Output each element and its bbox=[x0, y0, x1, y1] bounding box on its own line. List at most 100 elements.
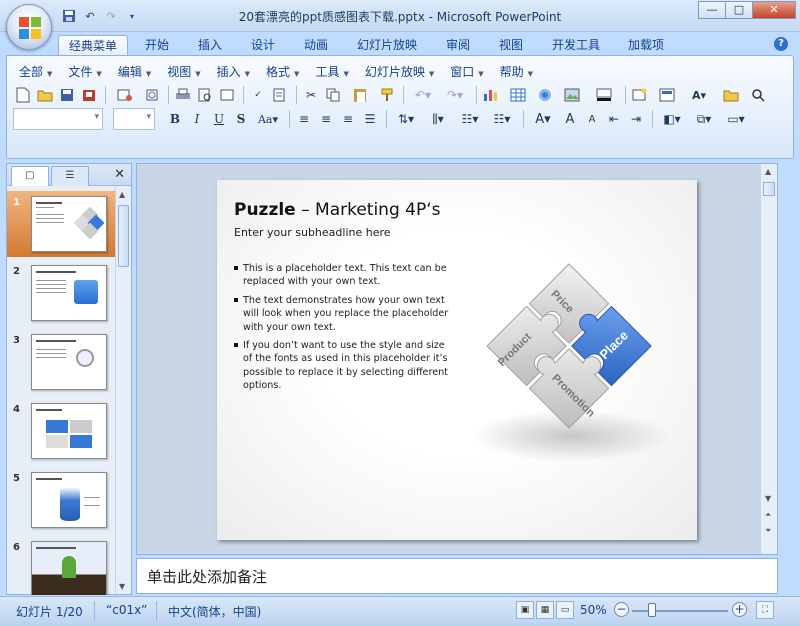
menu-window[interactable]: 窗口 ▼ bbox=[444, 62, 493, 82]
zoom-slider-thumb[interactable] bbox=[648, 603, 656, 617]
zoom-slider[interactable] bbox=[632, 610, 728, 612]
help-icon[interactable]: ? bbox=[774, 37, 788, 51]
tab-view[interactable]: 视图 bbox=[489, 35, 533, 56]
insert-chart-icon[interactable] bbox=[481, 85, 501, 105]
scroll-down-icon[interactable]: ▼ bbox=[119, 582, 125, 591]
redo-icon[interactable]: ↷▾ bbox=[440, 85, 470, 105]
tab-slides[interactable]: ▢ bbox=[11, 166, 49, 186]
tab-classic-menu[interactable]: 经典菜单 bbox=[58, 35, 129, 56]
font-size-combo[interactable] bbox=[113, 108, 155, 130]
new-document-icon[interactable] bbox=[13, 85, 33, 105]
puzzle-graphic[interactable]: Price Product Place Promotion bbox=[459, 248, 684, 478]
previous-slide-icon[interactable]: ⏶ bbox=[765, 510, 771, 520]
fit-window-icon[interactable]: ⛶ bbox=[756, 601, 774, 619]
menu-help[interactable]: 帮助 ▼ bbox=[494, 62, 543, 82]
slideshow-view-icon[interactable]: ▭ bbox=[556, 601, 574, 619]
bullets-icon[interactable]: ☷▾ bbox=[455, 109, 485, 129]
arrange-icon[interactable]: ⧉▾ bbox=[689, 109, 719, 129]
menu-edit[interactable]: 编辑 ▼ bbox=[112, 62, 161, 82]
next-slide-icon[interactable]: ⏷ bbox=[765, 526, 771, 536]
shrink-font-icon[interactable]: A bbox=[582, 109, 602, 129]
scroll-thumb[interactable] bbox=[763, 182, 775, 196]
zoom-in-icon[interactable]: + bbox=[732, 602, 747, 617]
paste-icon[interactable] bbox=[345, 85, 375, 105]
slide-thumbnail[interactable]: 4 bbox=[7, 398, 115, 464]
scroll-up-icon[interactable]: ▲ bbox=[765, 167, 771, 176]
tab-design[interactable]: 设计 bbox=[241, 35, 285, 56]
slide-thumbnail[interactable]: 1 bbox=[7, 191, 115, 257]
menu-format[interactable]: 格式 ▼ bbox=[260, 62, 309, 82]
menu-view[interactable]: 视图 ▼ bbox=[161, 62, 210, 82]
maximize-button[interactable]: □ bbox=[725, 1, 753, 19]
tab-home[interactable]: 开始 bbox=[135, 35, 179, 56]
save-icon[interactable] bbox=[57, 85, 77, 105]
format-painter-icon[interactable] bbox=[377, 85, 397, 105]
align-center-icon[interactable]: ≡ bbox=[316, 109, 336, 129]
search-icon[interactable] bbox=[748, 85, 768, 105]
scroll-up-icon[interactable]: ▲ bbox=[119, 190, 125, 199]
print-icon[interactable] bbox=[173, 85, 193, 105]
clipart-icon[interactable] bbox=[557, 85, 587, 105]
increase-indent-icon[interactable]: ⇥ bbox=[626, 109, 646, 129]
shadow-icon[interactable]: S bbox=[231, 109, 251, 129]
slide-thumbnail[interactable]: 6 bbox=[7, 536, 115, 595]
bold-icon[interactable]: B bbox=[165, 109, 185, 129]
minimize-button[interactable]: — bbox=[698, 1, 726, 19]
menu-slideshow[interactable]: 幻灯片放映 ▼ bbox=[359, 62, 444, 82]
normal-view-icon[interactable]: ▣ bbox=[516, 601, 534, 619]
menu-insert[interactable]: 插入 ▼ bbox=[211, 62, 260, 82]
shapes-icon[interactable]: ◧▾ bbox=[657, 109, 687, 129]
insert-picture-icon[interactable] bbox=[535, 85, 555, 105]
permission-icon[interactable] bbox=[79, 85, 99, 105]
notes-pane[interactable]: 单击此处添加备注 bbox=[136, 558, 778, 594]
font-color-icon[interactable]: A▾ bbox=[528, 109, 558, 129]
menu-tools[interactable]: 工具 ▼ bbox=[309, 62, 358, 82]
close-icon[interactable]: ✕ bbox=[114, 167, 125, 182]
undo-icon[interactable]: ↶▾ bbox=[408, 85, 438, 105]
cut-icon[interactable]: ✂ bbox=[301, 85, 321, 105]
justify-icon[interactable]: ☰ bbox=[360, 109, 380, 129]
tab-addins[interactable]: 加载项 bbox=[618, 35, 674, 56]
textbox-icon[interactable]: A▾ bbox=[684, 85, 714, 105]
italic-icon[interactable]: I bbox=[187, 109, 207, 129]
decrease-indent-icon[interactable]: ⇤ bbox=[604, 109, 624, 129]
tab-outline[interactable]: ☰ bbox=[51, 166, 89, 186]
open-folder-icon[interactable] bbox=[35, 85, 55, 105]
underline-icon[interactable]: U bbox=[209, 109, 229, 129]
tab-insert[interactable]: 插入 bbox=[188, 35, 232, 56]
tab-slideshow[interactable]: 幻灯片放映 bbox=[347, 35, 427, 56]
zoom-out-icon[interactable]: − bbox=[614, 602, 629, 617]
slide-sorter-icon[interactable]: ▦ bbox=[536, 601, 554, 619]
tab-animation[interactable]: 动画 bbox=[294, 35, 338, 56]
slide-subtitle[interactable]: Enter your subheadline here bbox=[234, 226, 391, 239]
quick-styles-icon[interactable]: ▭▾ bbox=[721, 109, 751, 129]
slide-thumbnail[interactable]: 5 bbox=[7, 467, 115, 533]
text-direction-icon[interactable]: ⇅▾ bbox=[391, 109, 421, 129]
slide-thumbnail[interactable]: 3 bbox=[7, 329, 115, 395]
numbering-icon[interactable]: ☷▾ bbox=[487, 109, 517, 129]
language[interactable]: 中文(简体，中国) bbox=[168, 603, 261, 620]
research-icon[interactable] bbox=[270, 85, 290, 105]
close-button[interactable]: ✕ bbox=[752, 1, 796, 19]
folder-icon[interactable] bbox=[716, 85, 746, 105]
bullet-list[interactable]: This is a placeholder text. This text ca… bbox=[234, 262, 456, 398]
tab-review[interactable]: 审阅 bbox=[436, 35, 480, 56]
copy-icon[interactable] bbox=[323, 85, 343, 105]
fill-color-icon[interactable] bbox=[589, 85, 619, 105]
slide-scrollbar[interactable]: ▲ ▼ ⏶ ⏷ bbox=[760, 164, 777, 554]
layout-icon[interactable] bbox=[217, 85, 237, 105]
slide-layout-icon[interactable] bbox=[652, 85, 682, 105]
menu-file[interactable]: 文件 ▼ bbox=[62, 62, 111, 82]
font-name-combo[interactable] bbox=[13, 108, 103, 130]
print-preview-icon[interactable] bbox=[195, 85, 215, 105]
office-button[interactable] bbox=[6, 4, 52, 50]
attach-icon[interactable] bbox=[142, 85, 162, 105]
grow-font-icon[interactable]: A bbox=[560, 109, 580, 129]
email-icon[interactable] bbox=[110, 85, 140, 105]
columns-icon[interactable]: ⫼▾ bbox=[423, 109, 453, 129]
spelling-icon[interactable]: ✓ bbox=[248, 85, 268, 105]
thumbnail-scrollbar[interactable]: ▲ ▼ bbox=[115, 187, 131, 594]
tab-developer[interactable]: 开发工具 bbox=[542, 35, 610, 56]
slide-title[interactable]: Puzzle – Marketing 4P‘s bbox=[234, 200, 440, 220]
insert-table-icon[interactable] bbox=[503, 85, 533, 105]
